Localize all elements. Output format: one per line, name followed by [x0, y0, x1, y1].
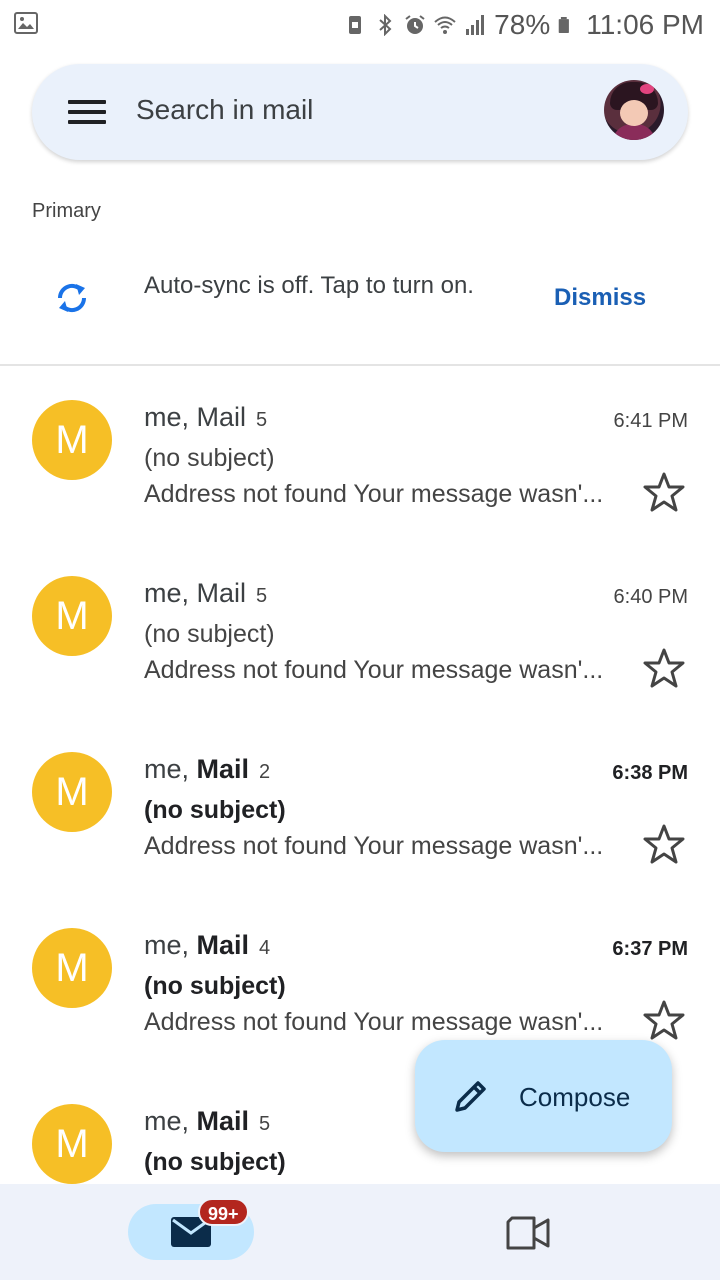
email-snippet: Address not found Your message wasn'...	[144, 480, 604, 508]
star-icon[interactable]	[642, 998, 686, 1042]
email-subject: (no subject)	[144, 444, 275, 472]
unread-count-badge: 99+	[198, 1198, 249, 1226]
email-time: 6:41 PM	[613, 410, 688, 432]
sender-me: me,	[144, 1106, 197, 1136]
search-input[interactable]: Search in mail	[136, 94, 313, 126]
email-subject: (no subject)	[144, 972, 286, 1000]
wifi-icon	[434, 16, 456, 34]
sender-name: Mail	[196, 754, 250, 784]
thread-count: 5	[259, 1113, 271, 1135]
section-label-primary: Primary	[32, 200, 101, 222]
signal-icon	[466, 15, 485, 35]
status-indicators: 78% 11:06 PM	[344, 8, 704, 42]
sender-me: me,	[144, 754, 197, 784]
auto-sync-message[interactable]: Auto-sync is off. Tap to turn on.	[144, 270, 504, 302]
sender-line: me, Mail 2	[144, 754, 270, 785]
sender-name: Mail	[196, 1106, 250, 1136]
status-time: 11:06 PM	[586, 9, 704, 40]
sender-line: me, Mail 5	[144, 402, 267, 433]
sender-avatar: M	[32, 400, 112, 480]
account-avatar[interactable]	[604, 80, 664, 140]
sender-avatar: M	[32, 752, 112, 832]
star-icon[interactable]	[642, 470, 686, 514]
email-time: 6:38 PM	[612, 762, 688, 784]
screenshot-icon	[349, 16, 362, 34]
thread-count: 5	[256, 409, 268, 431]
email-row[interactable]: M me, Mail 5 6:41 PM (no subject) Address…	[0, 368, 720, 544]
star-icon[interactable]	[642, 646, 686, 690]
email-time: 6:37 PM	[612, 938, 688, 960]
sender-line: me, Mail 5	[144, 1106, 270, 1137]
compose-label: Compose	[519, 1082, 631, 1112]
star-icon[interactable]	[642, 822, 686, 866]
dismiss-button[interactable]: Dismiss	[554, 284, 646, 312]
sync-icon	[57, 283, 87, 313]
thread-count: 2	[259, 761, 271, 783]
sender-name: Mail	[196, 402, 247, 432]
email-subject: (no subject)	[144, 796, 286, 824]
sender-line: me, Mail 5	[144, 578, 267, 609]
email-row[interactable]: M me, Mail 5 6:40 PM (no subject) Address…	[0, 544, 720, 720]
email-row[interactable]: M me, Mail 2 6:38 PM (no subject) Address…	[0, 720, 720, 896]
sender-me: me,	[144, 402, 197, 432]
status-bar: 78% 11:06 PM	[0, 0, 720, 50]
sender-me: me,	[144, 930, 197, 960]
sender-line: me, Mail 4	[144, 930, 270, 961]
sender-name: Mail	[196, 578, 247, 608]
thread-count: 4	[259, 937, 271, 959]
menu-icon[interactable]	[68, 100, 106, 124]
alarm-icon	[405, 15, 425, 34]
email-snippet: Address not found Your message wasn'...	[144, 832, 604, 860]
sender-avatar: M	[32, 576, 112, 656]
compose-button[interactable]: Compose	[415, 1040, 672, 1152]
email-subject: (no subject)	[144, 1148, 286, 1176]
thread-count: 5	[256, 585, 268, 607]
bluetooth-icon	[379, 14, 392, 36]
email-snippet: Address not found Your message wasn'...	[144, 656, 604, 684]
search-bar[interactable]: Search in mail	[32, 64, 688, 160]
gallery-icon	[14, 12, 38, 34]
email-snippet: Address not found Your message wasn'...	[144, 1008, 604, 1036]
sender-name: Mail	[196, 930, 250, 960]
sender-avatar: M	[32, 928, 112, 1008]
video-camera-icon[interactable]	[506, 1216, 550, 1250]
sender-avatar: M	[32, 1104, 112, 1184]
pencil-icon	[455, 1081, 486, 1112]
bottom-navigation	[0, 1184, 720, 1280]
battery-icon	[558, 17, 570, 33]
auto-sync-banner[interactable]: Auto-sync is off. Tap to turn on. Dismis…	[0, 250, 720, 366]
email-subject: (no subject)	[144, 620, 275, 648]
sender-me: me,	[144, 578, 197, 608]
battery-percent: 78%	[494, 9, 551, 40]
email-time: 6:40 PM	[613, 586, 688, 608]
